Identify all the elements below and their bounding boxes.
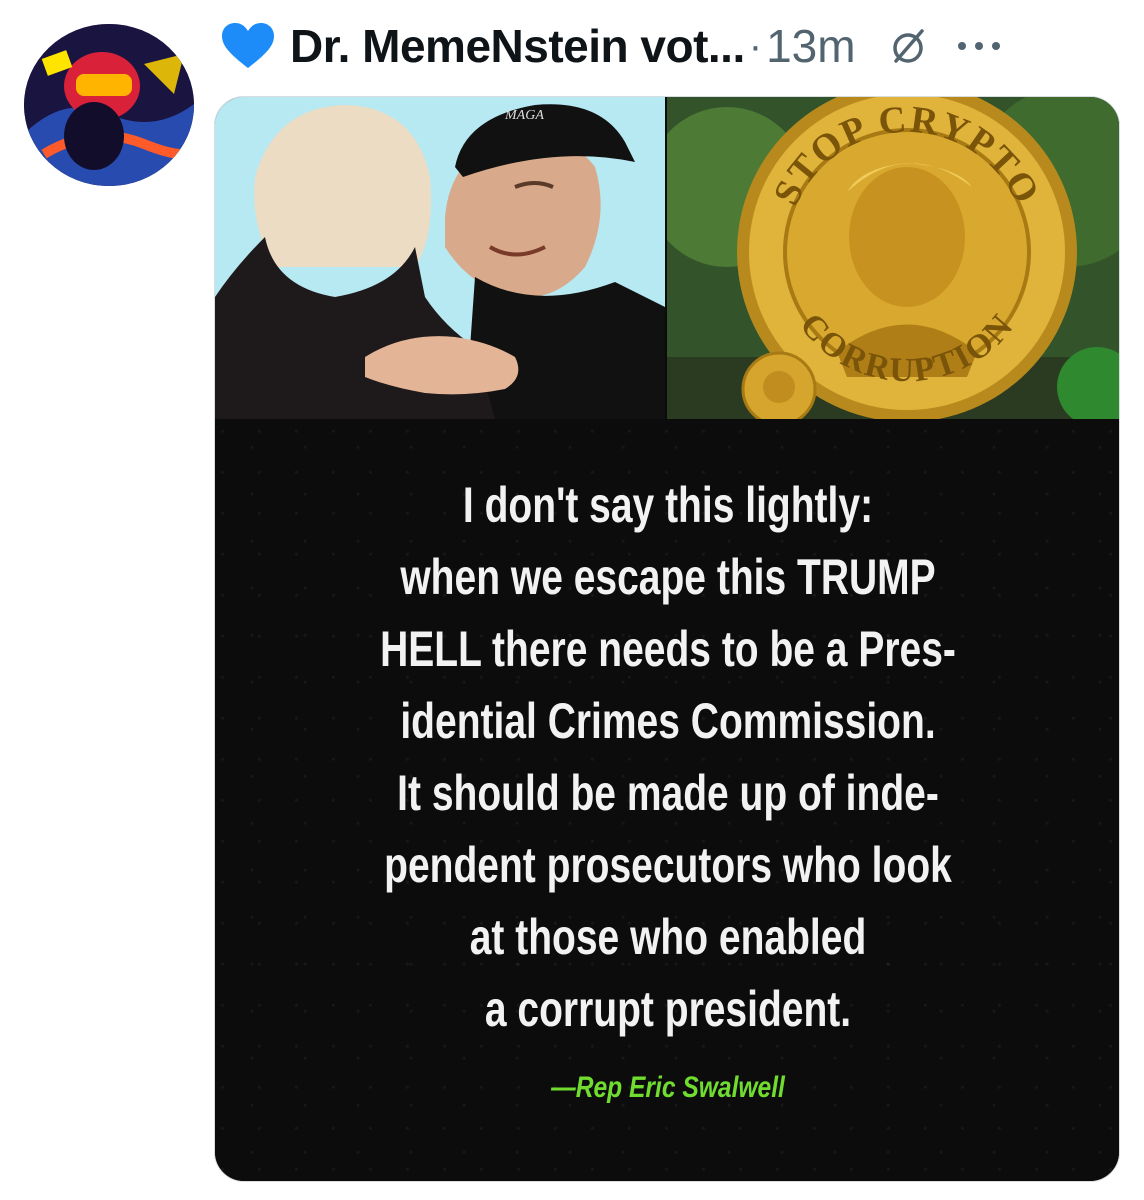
more-options-icon[interactable] [956, 36, 1002, 56]
post: Dr. MemeNstein vot... · 13m MAGA STOP CR… [0, 0, 1144, 1200]
quote-line: pendent prosecutors who look [384, 837, 952, 893]
author-display-name[interactable]: Dr. MemeNstein vot... [290, 19, 745, 73]
separator-dot: · [748, 23, 763, 68]
quote-line: idential Crimes Commission. [400, 693, 936, 749]
quote-panel: I don't say this lightly: when we escape… [215, 419, 1119, 1181]
quote-line: It should be made up of inde- [397, 765, 939, 821]
circle-slash-icon [890, 26, 930, 66]
post-timestamp[interactable]: 13m [766, 19, 855, 73]
quote-attribution: —Rep Eric Swalwell [551, 1071, 785, 1104]
quote-line: a corrupt president. [484, 981, 852, 1037]
quote-line: at those who enabled [469, 909, 867, 965]
quote-text: I don't say this lightly: when we escape… [346, 469, 990, 1045]
post-image[interactable]: MAGA STOP CRYPTO CORRUPTION I don't say … [214, 96, 1120, 1182]
quote-line: HELL there needs to be a Pres- [380, 621, 956, 677]
cap-text: MAGA [504, 108, 544, 123]
avatar[interactable] [24, 24, 194, 186]
photo-hug: MAGA [215, 97, 665, 419]
quote-line: when we escape this TRUMP [400, 549, 936, 605]
avatar-image [24, 24, 194, 186]
quote-line: I don't say this lightly: [462, 477, 874, 533]
post-header: Dr. MemeNstein vot... · 13m [220, 14, 1002, 78]
photo-coin: STOP CRYPTO CORRUPTION [667, 97, 1119, 419]
blue-heart-icon [220, 22, 276, 70]
